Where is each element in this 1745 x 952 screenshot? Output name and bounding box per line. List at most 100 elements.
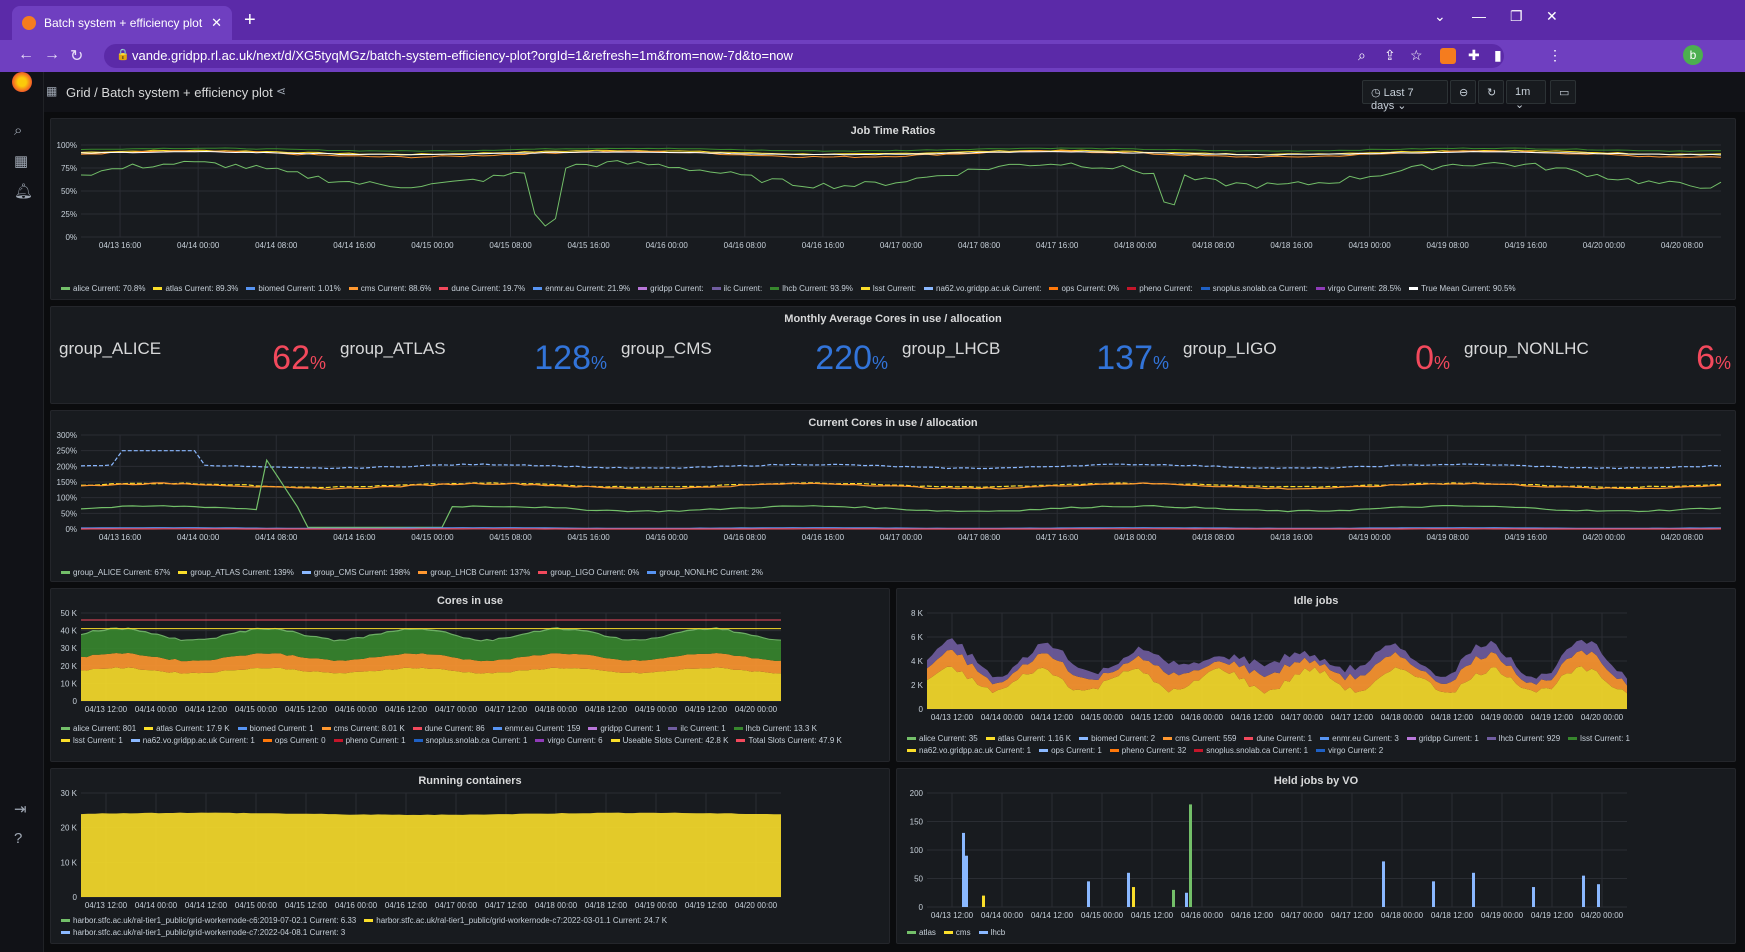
legend-item[interactable]: gridpp Current: [638, 283, 704, 295]
legend-item[interactable]: True Mean Current: 90.5% [1409, 283, 1516, 295]
legend-item[interactable]: ilc Current: 1 [668, 723, 726, 735]
dashboards-grid-icon[interactable]: ▦ [46, 84, 57, 98]
close-window-icon[interactable]: ✕ [1546, 8, 1558, 25]
bookmark-star-icon[interactable]: ☆ [1410, 47, 1423, 64]
legend-item[interactable]: Total Slots Current: 47.9 K [736, 735, 842, 747]
legend-item[interactable]: harbor.stfc.ac.uk/ral-tier1_public/grid-… [364, 915, 667, 927]
browser-tab[interactable]: Batch system + efficiency plot - G ✕ [12, 6, 232, 40]
legend-item[interactable]: group_LIGO Current: 0% [538, 567, 639, 579]
legend-item[interactable]: gridpp Current: 1 [1406, 733, 1479, 745]
legend-item[interactable]: snoplus.snolab.ca Current: 1 [1194, 745, 1308, 757]
legend-item[interactable]: lsst Current: 1 [1568, 733, 1630, 745]
legend-item[interactable]: group_CMS Current: 198% [301, 567, 410, 579]
legend-item[interactable]: enmr.eu Current: 21.9% [533, 283, 630, 295]
minimize-icon[interactable]: — [1472, 8, 1486, 24]
legend-item[interactable]: lhcb [978, 927, 1005, 939]
breadcrumb[interactable]: Grid / Batch system + efficiency plot [66, 85, 273, 100]
help-icon[interactable]: ? [14, 830, 22, 847]
legend-item[interactable]: pheno Current: [1127, 283, 1193, 295]
lock-icon[interactable]: 🔒 [116, 48, 130, 61]
legend-item[interactable]: lhcb Current: 929 [1486, 733, 1560, 745]
legend-item[interactable]: alice Current: 70.8% [61, 283, 145, 295]
back-icon[interactable]: ← [18, 46, 34, 64]
search-icon[interactable]: ⌕ [14, 122, 22, 139]
legend-item[interactable]: biomed Current: 1.01% [246, 283, 341, 295]
legend-item[interactable]: group_ATLAS Current: 139% [178, 567, 294, 579]
legend-item[interactable]: virgo Current: 6 [535, 735, 603, 747]
legend-item[interactable]: ops Current: 0% [1049, 283, 1119, 295]
legend-item[interactable]: biomed Current: 2 [1079, 733, 1155, 745]
panel-monthly-average[interactable]: Monthly Average Cores in use / allocatio… [50, 306, 1736, 404]
legend-item[interactable]: atlas Current: 17.9 K [144, 723, 230, 735]
forward-icon[interactable]: → [44, 46, 60, 64]
close-tab-icon[interactable]: ✕ [211, 15, 222, 31]
refresh-interval-picker[interactable]: 1m ⌄ [1506, 80, 1546, 111]
legend-item[interactable]: virgo Current: 28.5% [1315, 283, 1401, 295]
tv-mode-button[interactable]: ▭ [1550, 80, 1576, 104]
legend-item[interactable]: atlas [907, 927, 936, 939]
legend-item[interactable]: enmr.eu Current: 3 [1320, 733, 1399, 745]
legend-item[interactable]: ilc Current: [711, 283, 762, 295]
url-field[interactable]: 🔒 vande.gridpp.rl.ac.uk/next/d/XG5tyqMGz… [104, 44, 1504, 68]
panel-cores-in-use[interactable]: Cores in use 50 K 40 K 30 K 20 K 10 K 0 04/13 … [50, 588, 890, 762]
legend-item[interactable]: snoplus.snolab.ca Current: [1200, 283, 1308, 295]
legend-item[interactable]: na62.vo.gridpp.ac.uk Current: 1 [907, 745, 1031, 757]
legend-item[interactable]: group_LHCB Current: 137% [418, 567, 530, 579]
legend-item[interactable]: snoplus.snolab.ca Current: 1 [413, 735, 527, 747]
legend-item[interactable]: Useable Slots Current: 42.8 K [610, 735, 728, 747]
legend-item[interactable]: atlas Current: 89.3% [153, 283, 238, 295]
legend-item[interactable]: dune Current: 86 [412, 723, 485, 735]
panel-held-jobs[interactable]: Held jobs by VO 200 150 100 50 0 04/13 12:00 0… [896, 768, 1736, 944]
legend-item[interactable]: cms Current: 88.6% [348, 283, 431, 295]
legend-item[interactable]: dune Current: 19.7% [439, 283, 525, 295]
time-range-picker[interactable]: ◷ Last 7 days ⌄ [1362, 80, 1448, 112]
panel-current-cores[interactable]: Current Cores in use / allocation 300% 25… [50, 410, 1736, 582]
legend-item[interactable]: pheno Current: 1 [333, 735, 406, 747]
tab-search-icon[interactable]: ⌄ [1434, 8, 1446, 25]
legend-item[interactable]: harbor.stfc.ac.uk/ral-tier1_public/grid-… [61, 927, 345, 939]
legend-item[interactable]: pheno Current: 32 [1109, 745, 1186, 757]
restore-icon[interactable]: ❐ [1510, 8, 1523, 25]
extensions-puzzle-icon[interactable]: ✚ [1468, 47, 1480, 64]
legend-item[interactable]: dune Current: 1 [1244, 733, 1312, 745]
legend-item[interactable]: harbor.stfc.ac.uk/ral-tier1_public/grid-… [61, 915, 356, 927]
legend-item[interactable]: alice Current: 35 [907, 733, 978, 745]
legend-item[interactable]: group_NONLHC Current: 2% [647, 567, 763, 579]
share-dashboard-icon[interactable]: ⋖ [276, 84, 286, 98]
profile-avatar[interactable]: b [1683, 45, 1703, 65]
dashboards-icon[interactable]: ▦ [14, 152, 28, 170]
legend-item[interactable]: lsst Current: 1 [61, 735, 123, 747]
panel-running-containers[interactable]: Running containers 30 K 20 K 10 K 0 04/13 12… [50, 768, 890, 944]
legend-item[interactable]: gridpp Current: 1 [588, 723, 660, 735]
legend-item[interactable]: cms Current: 559 [1163, 733, 1236, 745]
panel-idle-jobs[interactable]: Idle jobs 8 K 6 K 4 K 2 K 0 04/13 12:00 04/14 … [896, 588, 1736, 762]
zoom-icon[interactable]: ⌕ [1358, 47, 1366, 64]
reload-icon[interactable]: ↻ [70, 46, 83, 66]
zoom-out-button[interactable]: ⊖ [1450, 80, 1476, 104]
legend-item[interactable]: biomed Current: 1 [237, 723, 314, 735]
legend-item[interactable]: ops Current: 1 [1039, 745, 1102, 757]
legend-item[interactable]: na62.vo.gridpp.ac.uk Current: 1 [130, 735, 255, 747]
legend-item[interactable]: cms Current: 8.01 K [321, 723, 405, 735]
legend-item[interactable]: enmr.eu Current: 159 [492, 723, 580, 735]
sign-in-icon[interactable]: ⇥ [14, 800, 27, 818]
refresh-button[interactable]: ↻ [1478, 80, 1504, 104]
new-tab-button[interactable]: + [244, 9, 256, 32]
share-icon[interactable]: ⇪ [1384, 47, 1396, 64]
grafana-logo-icon[interactable] [12, 72, 32, 92]
legend-item[interactable]: ops Current: 0 [262, 735, 326, 747]
browser-menu-icon[interactable]: ⋮ [1548, 47, 1562, 64]
legend-item[interactable]: lhcb Current: 13.3 K [733, 723, 817, 735]
legend-item[interactable]: lsst Current: [860, 283, 916, 295]
alerting-bell-icon[interactable]: 🔔︎ [14, 182, 33, 200]
legend-item[interactable]: group_ALICE Current: 67% [61, 567, 170, 579]
side-panel-icon[interactable]: ▮ [1494, 47, 1502, 64]
legend-item[interactable]: na62.vo.gridpp.ac.uk Current: [924, 283, 1041, 295]
panel-job-time-ratios[interactable]: Job Time Ratios 100% 75% 50% 25% 0% 04/13 16:… [50, 118, 1736, 300]
legend-item[interactable]: atlas Current: 1.16 K [985, 733, 1071, 745]
legend-item[interactable]: lhcb Current: 93.9% [770, 283, 853, 295]
legend-item[interactable]: cms [943, 927, 971, 939]
legend-item[interactable]: virgo Current: 2 [1316, 745, 1383, 757]
legend-item[interactable]: alice Current: 801 [61, 723, 136, 735]
extension-icon[interactable] [1440, 48, 1456, 64]
